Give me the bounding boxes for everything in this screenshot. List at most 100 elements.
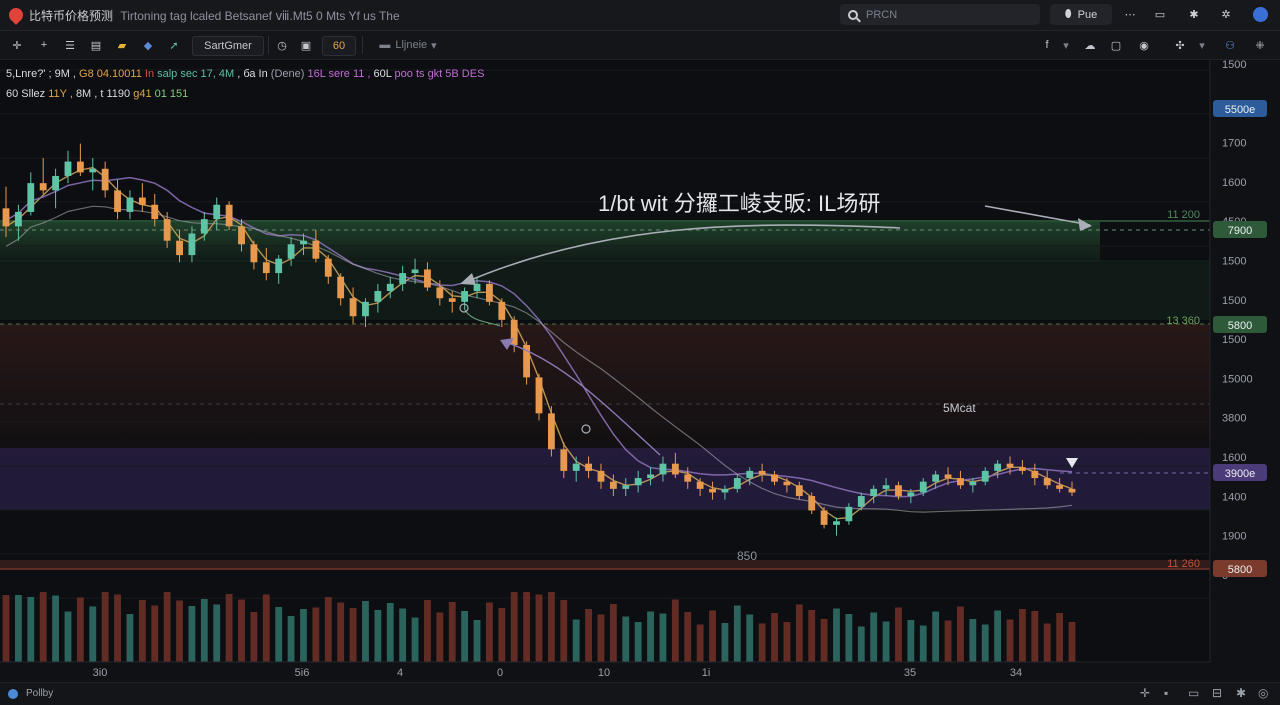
volume-bar	[52, 595, 59, 662]
volume-bar	[2, 595, 10, 662]
volume-bar	[448, 602, 456, 662]
eye-icon[interactable]: ◉	[1136, 36, 1152, 54]
candle-body	[795, 485, 803, 497]
volume-bar	[324, 597, 332, 662]
volume-bar	[969, 619, 977, 662]
list-icon[interactable]: ☰	[62, 36, 78, 54]
candle-body	[101, 168, 109, 191]
volume-bar	[709, 610, 716, 662]
status-dot-icon	[8, 689, 18, 699]
legend-item: (Dene)	[270, 68, 308, 80]
screen-icon[interactable]: ▭	[1188, 686, 1199, 700]
candle-body	[994, 463, 1002, 471]
facebook-icon[interactable]: f	[1040, 36, 1054, 54]
volume-bar	[696, 624, 704, 662]
candle-body	[696, 481, 704, 489]
volume-bar	[275, 607, 283, 662]
clock-icon[interactable]: ◷	[274, 36, 290, 54]
camera-icon[interactable]: ▪	[1164, 686, 1168, 700]
expand-icon[interactable]: ✛	[1140, 686, 1150, 700]
price-tick: 1500	[1222, 60, 1246, 71]
add-icon[interactable]: +	[36, 36, 52, 54]
volume-bar	[932, 611, 940, 662]
low-label: 850	[737, 549, 757, 563]
chevron-down-icon[interactable]: ▾	[1196, 36, 1208, 54]
headline-annotation: 1/bt wit 分攞工崚支昄: IL场研	[598, 191, 880, 216]
candle-body	[907, 492, 915, 497]
symbol-button[interactable]: SartGmer	[192, 36, 264, 56]
chart-toolbar: ✛ + ☰ ▤ ▰ ◆ ➚ SartGmer ◷ ▣ 60 ▬ Lljneie …	[0, 31, 1280, 60]
volume-bar	[1031, 611, 1039, 662]
layer-icon[interactable]: ◆	[140, 36, 156, 54]
candle-body	[64, 161, 72, 176]
candle-body	[89, 168, 97, 173]
volume-bar	[39, 592, 47, 662]
candle-body	[783, 481, 791, 486]
candle-body	[238, 226, 245, 245]
arrow-icon[interactable]: ➚	[166, 36, 182, 54]
candle-body	[721, 488, 729, 493]
candle-body	[684, 474, 692, 482]
volume-bar	[101, 592, 109, 662]
candle-body	[671, 463, 679, 475]
legend-item: 01 151	[154, 88, 189, 100]
volume-bar	[262, 594, 270, 662]
price-badge: 3900e	[1213, 464, 1267, 481]
candle-body	[957, 478, 964, 486]
photo-icon[interactable]: ▢	[1108, 36, 1124, 54]
chevron-down-icon[interactable]: ▾	[1060, 36, 1072, 54]
volume-bar	[362, 601, 369, 662]
candle-body	[572, 463, 580, 471]
template-icon[interactable]: ▤	[88, 36, 104, 54]
user-icon[interactable]: ⚇	[1222, 36, 1238, 54]
grid-icon[interactable]: ⁜	[1252, 36, 1268, 54]
volume-bar	[771, 613, 778, 662]
volume-bar	[1006, 619, 1014, 662]
price-chart[interactable]: 1/bt wit 分攞工崚支昄: IL场研 5Mcat 850 11 200 1…	[0, 60, 1280, 682]
candle-body	[114, 190, 121, 212]
volume-bar	[1019, 609, 1026, 662]
crosshair-icon[interactable]: ✛	[8, 36, 26, 54]
pill-label: Pue	[1077, 8, 1098, 21]
legend-item: poo ts gkt 5B DES	[394, 68, 485, 80]
candle-body	[27, 183, 35, 212]
settings-icon[interactable]: ✱	[1184, 4, 1204, 25]
candle-body	[349, 298, 357, 317]
candle-body	[461, 291, 469, 302]
cross-icon[interactable]: ✣	[1172, 36, 1188, 54]
chevron-down-icon: ▾	[431, 39, 437, 52]
screen-icon[interactable]: ▭	[1150, 4, 1170, 25]
volume-bar	[833, 608, 840, 662]
volume-bar	[176, 600, 183, 662]
candle-body	[1056, 485, 1064, 489]
settings-icon[interactable]: ✱	[1236, 686, 1246, 700]
help-icon[interactable]: ◎	[1258, 686, 1268, 700]
price-tick: 15000	[1222, 373, 1253, 385]
pill-button[interactable]: ⬮ Pue	[1050, 4, 1112, 25]
badge-label: 5800	[1228, 320, 1252, 332]
badge-label: 5500e	[1225, 104, 1256, 116]
cloud-icon[interactable]: ☁	[1082, 36, 1098, 54]
search-placeholder: PRCN	[866, 8, 898, 21]
folder-icon[interactable]: ▰	[114, 36, 130, 54]
volume-bar	[114, 594, 121, 662]
volume-bar	[200, 599, 208, 662]
volume-bar	[138, 600, 146, 662]
volume-bar	[461, 611, 469, 662]
profile-icon[interactable]	[1250, 4, 1270, 25]
more-button[interactable]: ⋯	[1120, 4, 1140, 25]
candle-body	[1068, 488, 1076, 493]
time-tick: 34	[1010, 667, 1022, 679]
save-icon[interactable]: ▣	[298, 36, 314, 54]
support-zone	[0, 448, 1210, 510]
volume-bar	[287, 616, 295, 662]
price-tick: 3800	[1222, 413, 1246, 425]
ruler-icon[interactable]: ⊟	[1212, 686, 1222, 700]
legend-line-1: 5,Lnre?' ; 9M , G8 04.10011 In salp sec …	[6, 68, 484, 80]
layout-button[interactable]: ▬ Lljneie ▾	[372, 36, 444, 54]
gear-icon[interactable]: ✲	[1216, 4, 1236, 25]
price-tick: 1500	[1222, 256, 1246, 268]
interval-button[interactable]: 60	[322, 36, 356, 56]
volume-bar	[238, 599, 245, 662]
search-bar[interactable]: PRCN	[840, 4, 1040, 25]
